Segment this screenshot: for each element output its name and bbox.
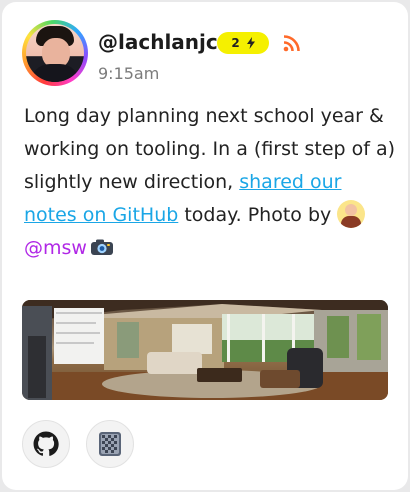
living-room-photo (22, 300, 388, 400)
lightning-icon (246, 37, 255, 49)
mention-link[interactable]: @msw (24, 237, 87, 259)
streak-badge[interactable]: 2 (217, 32, 269, 54)
post-body: Long day planning next school year & wor… (24, 100, 396, 265)
rss-icon[interactable] (283, 34, 301, 52)
grid-app-icon (99, 432, 121, 456)
post-time[interactable]: 9:15am (98, 64, 159, 83)
author-handle[interactable]: @lachlanjc (98, 30, 218, 54)
badge-count: 2 (231, 36, 240, 50)
avatar-shirt (30, 64, 80, 82)
post-photo[interactable] (22, 300, 388, 400)
author-avatar[interactable] (22, 20, 88, 86)
github-icon (33, 431, 59, 456)
github-button[interactable] (22, 420, 70, 468)
camera-icon (90, 234, 114, 255)
mention-avatar (337, 200, 366, 228)
post-text-end: today. Photo by (178, 204, 338, 226)
post-card: @lachlanjc 2 9:15am Long day planning ne… (2, 2, 408, 490)
avatar-photo (26, 24, 84, 82)
app-button[interactable] (86, 420, 134, 468)
